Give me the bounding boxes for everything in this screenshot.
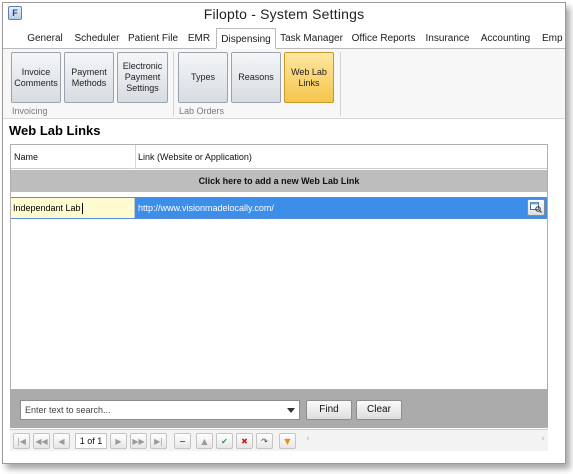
types-button[interactable]: Types (178, 52, 228, 103)
column-header-link[interactable]: Link (Website or Application) (138, 152, 252, 162)
invoice-comments-button[interactable]: Invoice Comments (11, 52, 61, 103)
ribbon: Invoice Comments Payment Methods Electro… (3, 49, 565, 119)
reasons-button[interactable]: Reasons (231, 52, 281, 103)
ribbon-group-separator (173, 52, 174, 116)
tab-task-manager[interactable]: Task Manager (276, 29, 347, 49)
refresh-icon[interactable]: ↷ (256, 433, 273, 449)
group-label-lab-orders: Lab Orders (179, 106, 225, 116)
tab-patient-file[interactable]: Patient File (124, 29, 182, 49)
system-settings-window: F Filopto - System Settings General Sche… (2, 2, 566, 464)
next-page-icon[interactable]: ▶▶ (130, 433, 147, 449)
filter-icon[interactable]: ▼ (279, 433, 296, 449)
chevron-down-icon[interactable] (285, 403, 297, 417)
delete-record-icon[interactable]: − (174, 433, 191, 449)
move-up-icon[interactable]: ▲ (196, 433, 213, 449)
scroll-right-icon[interactable]: › (541, 434, 545, 444)
column-header-name[interactable]: Name (14, 152, 38, 162)
tab-employees[interactable]: Emp (536, 29, 565, 49)
save-record-icon[interactable]: ✔ (216, 433, 233, 449)
ribbon-group-separator (340, 52, 341, 116)
tab-accounting[interactable]: Accounting (475, 29, 536, 49)
search-bar: Enter text to search... Find Clear (10, 390, 548, 428)
tab-emr[interactable]: EMR (182, 29, 216, 49)
record-navigator: |◀ ◀◀ ◀ 1 of 1 ▶ ▶▶ ▶| − ▲ ✔ ✖ ↷ ▼ ‹ › (10, 429, 548, 451)
first-page-icon[interactable]: |◀ (13, 433, 30, 449)
clear-button[interactable]: Clear (356, 400, 402, 420)
next-record-icon[interactable]: ▶ (110, 433, 127, 449)
find-button[interactable]: Find (306, 400, 352, 420)
browse-icon (530, 202, 542, 213)
tab-insurance[interactable]: Insurance (420, 29, 475, 49)
previous-page-icon[interactable]: ◀◀ (33, 433, 50, 449)
scroll-left-icon[interactable]: ‹ (306, 434, 310, 444)
payment-methods-button[interactable]: Payment Methods (64, 52, 114, 103)
previous-record-icon[interactable]: ◀ (53, 433, 70, 449)
browse-link-button[interactable] (527, 199, 545, 216)
electronic-payment-settings-button[interactable]: Electronic Payment Settings (117, 52, 168, 103)
web-lab-links-button[interactable]: Web Lab Links (284, 52, 334, 103)
last-page-icon[interactable]: ▶| (150, 433, 167, 449)
add-new-row[interactable]: Click here to add a new Web Lab Link (11, 170, 547, 192)
link-cell[interactable]: http://www.visionmadelocally.com/ (135, 198, 547, 218)
cancel-edit-icon[interactable]: ✖ (236, 433, 253, 449)
name-cell[interactable]: Independant Lab (11, 198, 135, 218)
search-input[interactable]: Enter text to search... (20, 400, 300, 420)
column-divider (135, 145, 136, 169)
page-indicator: 1 of 1 (75, 433, 107, 449)
tab-scheduler[interactable]: Scheduler (70, 29, 124, 49)
text-caret (81, 203, 83, 215)
window-title: Filopto - System Settings (203, 6, 365, 22)
settings-tabstrip: General Scheduler Patient File EMR Dispe… (3, 28, 565, 49)
section-title: Web Lab Links (9, 123, 101, 138)
grid-header: Name Link (Website or Application) (11, 145, 547, 169)
title-bar: F Filopto - System Settings (3, 3, 565, 25)
tab-dispensing[interactable]: Dispensing (216, 28, 276, 49)
group-label-invoicing: Invoicing (12, 106, 48, 116)
tab-general[interactable]: General (20, 29, 70, 49)
web-lab-links-grid: Name Link (Website or Application) Click… (10, 144, 548, 390)
table-row[interactable]: Independant Lab http://www.visionmadeloc… (11, 197, 547, 219)
horizontal-scrollbar[interactable]: ‹ › (306, 434, 545, 448)
tab-office-reports[interactable]: Office Reports (347, 29, 420, 49)
